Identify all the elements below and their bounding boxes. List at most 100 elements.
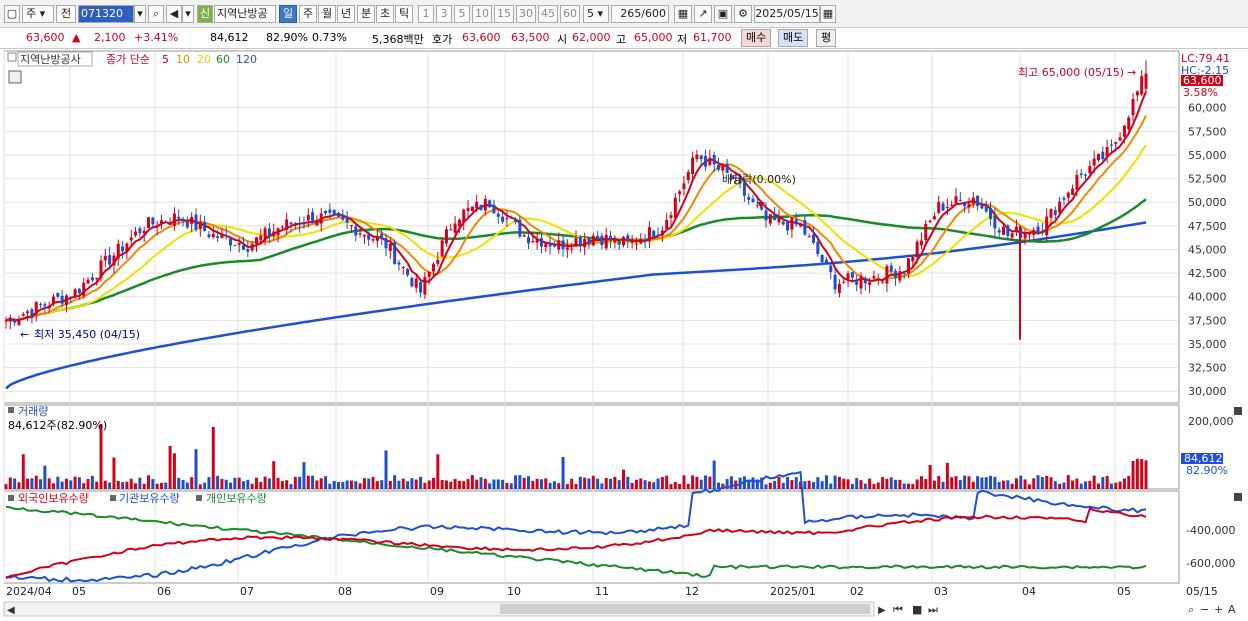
zoom-icon[interactable]: ⌕ [1188,603,1194,616]
volume-bar [630,483,634,489]
candle-body [717,164,720,170]
volume-bar [1092,475,1096,489]
volume-bar [829,483,833,489]
period-tick[interactable]: 틱 [395,5,413,23]
volume-bar [578,476,582,489]
volume-bar [1088,480,1092,489]
search-icon[interactable]: ⌕ [148,5,164,23]
x-axis-labels: 2024/04 05 06 07 08 09 10 11 12 2025/01 02 03 04 05 05… [6,585,1218,598]
bid-price: 63,500 [511,31,550,44]
interval-1[interactable]: 1 [418,5,434,23]
interval-5[interactable]: 5 [454,5,470,23]
stock-code-input[interactable]: 071320 [78,5,134,23]
candle-body [17,318,21,326]
volume-bar [1122,478,1126,489]
interval-3[interactable]: 3 [436,5,452,23]
interval-60[interactable]: 60 [560,5,580,23]
volume-value: 84,612 [210,31,249,44]
period-year[interactable]: 년 [337,5,355,23]
volume-bar [609,478,613,489]
last-page-icon[interactable]: ⏭ [928,603,938,616]
candle-body [276,228,280,236]
buy-button[interactable]: 매수 [741,29,772,47]
chart-area[interactable]: 60,000 57,500 55,000 52,500 50,000 47,500 45,0… [0,49,1248,621]
candle-body [492,204,496,214]
count-input[interactable]: 265/600 [611,5,669,23]
volume-bar [786,477,790,489]
institution-holding-label: 기관보유수량 [119,492,180,505]
speaker-dropdown-icon[interactable]: ▾ [182,5,194,23]
eval-button[interactable]: 평 [816,29,837,47]
first-page-icon[interactable]: ⏮ [893,603,903,616]
bid-label: 호가 [432,33,453,46]
save-icon[interactable]: ▣ [714,5,732,23]
candle-body [837,283,841,293]
interval-10[interactable]: 10 [472,5,492,23]
candle-body [47,305,51,309]
interval-input[interactable]: 5 ▾ [583,5,609,23]
candle-body [1027,233,1031,235]
zoom-out-icon[interactable]: − [1200,603,1209,616]
volume-bar [211,427,215,489]
sell-button[interactable]: 매도 [778,29,809,47]
window-icon[interactable]: ▢ [4,5,20,23]
draw-tool-icon[interactable]: ↗ [694,5,712,23]
period-month[interactable]: 월 [318,5,336,23]
volume-bar [963,475,967,489]
candle-body [544,243,548,248]
candle-body [250,243,254,251]
volume-bar [185,482,189,489]
volume-bar [147,475,150,489]
volume-bar [570,478,574,489]
candle-body [177,216,181,219]
gear-icon[interactable]: ⚙ [734,5,752,23]
vol-close-icon[interactable] [1234,407,1242,415]
volume-bar [414,479,418,489]
period-week[interactable]: 주 [299,5,317,23]
market-select[interactable]: 주 ▾ [22,5,54,23]
candle-body [971,197,975,204]
volume-bar [457,480,461,489]
candle-body [393,242,397,264]
zoom-in-icon[interactable]: + [1214,603,1223,616]
interval-15[interactable]: 15 [494,5,514,23]
prev-button[interactable]: 전 [56,5,76,23]
candle-body [1131,98,1135,116]
volume-bar [1019,475,1023,489]
interval-30[interactable]: 30 [516,5,536,23]
candle-body [198,222,202,229]
volume-bar [125,481,129,489]
scroll-left-icon[interactable]: ◀ [7,605,15,616]
stock-name: 지역난방공 [214,5,276,23]
calculator-icon[interactable] [8,70,22,84]
volume-bar [561,456,565,489]
volume-bar [660,477,664,489]
volume-bar [600,483,604,489]
volume-bar [479,477,483,489]
candle-body [868,282,872,285]
period-second[interactable]: 초 [376,5,394,23]
volume-bar [1058,483,1062,489]
period-minute[interactable]: 분 [357,5,375,23]
text-size-icon[interactable]: A [1228,603,1236,616]
candle-body [842,281,846,283]
candle-body [1118,137,1122,141]
y-tick-label: 47,500 [1188,220,1227,233]
calendar-icon[interactable]: ▦ [820,5,836,23]
code-dropdown-icon[interactable]: ▾ [134,5,146,23]
stop-icon[interactable]: ■ [912,603,922,616]
volume-bar [276,477,280,489]
scroll-right-icon[interactable]: ▶ [878,605,886,616]
speaker-icon[interactable]: ◀ [166,5,182,23]
volume-bar [518,475,522,489]
period-day[interactable]: 일 [279,5,297,23]
hold-close-icon[interactable] [1234,493,1242,501]
date-input[interactable]: 2025/05/15 [754,5,820,23]
volume-bar [613,476,617,489]
chart-settings-icon[interactable]: ▦ [674,5,692,23]
interval-45[interactable]: 45 [538,5,558,23]
scrollbar-thumb[interactable] [500,604,870,614]
hold-legend-icon-3 [196,495,202,501]
candle-body [401,267,405,269]
volume-bar [34,475,38,489]
